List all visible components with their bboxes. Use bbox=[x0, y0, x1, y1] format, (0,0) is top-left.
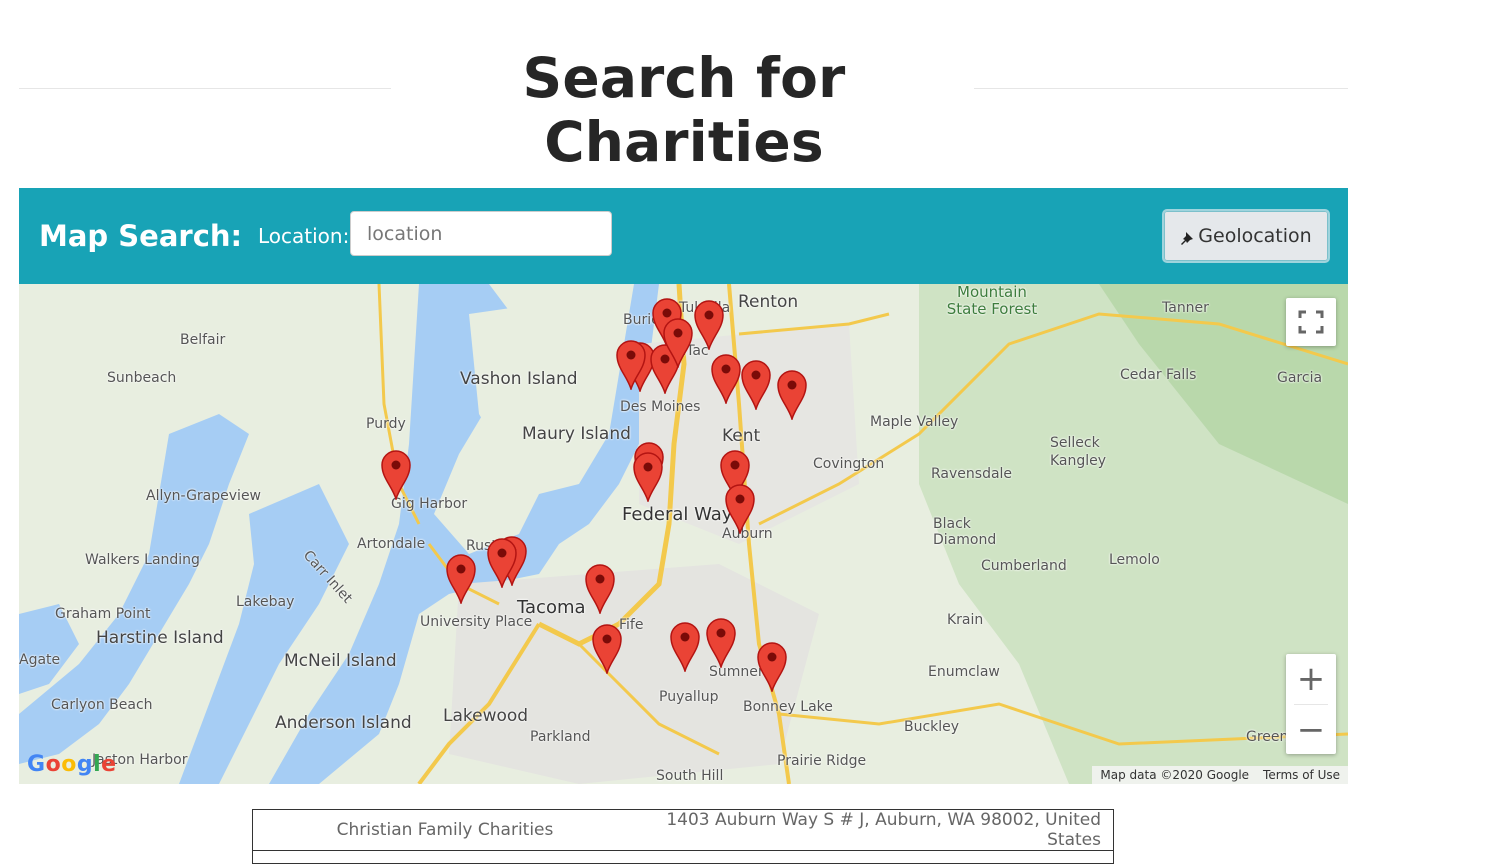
table-row[interactable] bbox=[252, 850, 1114, 864]
map-marker[interactable] bbox=[615, 338, 647, 392]
location-label: Location: bbox=[258, 224, 350, 248]
pushpin-icon bbox=[1181, 232, 1194, 245]
charity-address: 1403 Auburn Way S # J, Auburn, WA 98002,… bbox=[637, 809, 1114, 851]
zoom-in-button[interactable]: + bbox=[1286, 654, 1336, 704]
fullscreen-icon bbox=[1298, 310, 1324, 334]
map-search-bar: Map Search: Location: Geolocation bbox=[19, 188, 1348, 284]
map-label-puyallup: Puyallup bbox=[659, 689, 719, 705]
map-label-covington: Covington bbox=[813, 456, 885, 472]
charity-name: Christian Family Charities bbox=[252, 809, 637, 851]
results-table: Christian Family Charities 1403 Auburn W… bbox=[252, 809, 1114, 864]
map-label-maury-island: Maury Island bbox=[522, 424, 631, 444]
map-label-lakewood: Lakewood bbox=[443, 706, 529, 726]
heading-rule-left bbox=[19, 88, 391, 89]
map-marker[interactable] bbox=[669, 620, 701, 674]
map-label-cedar-falls: Cedar Falls bbox=[1120, 367, 1197, 383]
charity-map[interactable]: Renton Tukwila Burien SeaTac Des Moines … bbox=[19, 284, 1348, 784]
map-marker[interactable] bbox=[710, 352, 742, 406]
map-label-purdy: Purdy bbox=[366, 416, 406, 432]
map-marker[interactable] bbox=[776, 368, 808, 422]
map-marker[interactable] bbox=[632, 450, 664, 504]
terms-of-use-link[interactable]: Terms of Use bbox=[1263, 768, 1340, 782]
map-label-enumclaw: Enumclaw bbox=[928, 664, 1000, 680]
charity-name bbox=[252, 850, 637, 864]
map-label-ravensdale: Ravensdale bbox=[931, 466, 1013, 482]
map-label-artondale: Artondale bbox=[357, 536, 426, 552]
map-marker[interactable] bbox=[705, 616, 737, 670]
heading-rule-right bbox=[974, 88, 1348, 89]
map-marker[interactable] bbox=[740, 358, 772, 412]
map-label-mountain-state-forest: Mountain State Forest bbox=[946, 284, 1038, 318]
map-data-credit: Map data ©2020 Google bbox=[1100, 768, 1250, 782]
map-label-vashon-island: Vashon Island bbox=[460, 369, 578, 389]
map-label-parkland: Parkland bbox=[530, 729, 591, 745]
map-label-belfair: Belfair bbox=[180, 332, 226, 348]
map-label-garcia: Garcia bbox=[1277, 370, 1323, 386]
map-label-renton: Renton bbox=[738, 292, 799, 312]
charity-address bbox=[637, 850, 1114, 864]
map-label-mcneil-island: McNeil Island bbox=[284, 651, 397, 671]
map-label-sunbeach: Sunbeach bbox=[107, 370, 177, 386]
map-marker[interactable] bbox=[724, 482, 756, 536]
zoom-control: + − bbox=[1286, 654, 1336, 754]
table-row[interactable]: Christian Family Charities 1403 Auburn W… bbox=[252, 809, 1114, 851]
map-marker[interactable] bbox=[445, 552, 477, 606]
map-label-maple-valley: Maple Valley bbox=[870, 414, 959, 430]
map-marker[interactable] bbox=[584, 562, 616, 616]
map-label-kent: Kent bbox=[722, 426, 761, 446]
map-label-university-place: University Place bbox=[420, 614, 533, 630]
map-attribution: Map data ©2020 Google Terms of Use bbox=[1092, 766, 1348, 784]
map-label-buckley: Buckley bbox=[904, 719, 960, 735]
google-logo: Google bbox=[27, 752, 117, 777]
map-marker[interactable] bbox=[693, 298, 725, 352]
map-label-agate: Agate bbox=[19, 652, 61, 668]
map-label-lemolo: Lemolo bbox=[1109, 552, 1160, 568]
page-title: Search for Charities bbox=[522, 46, 846, 174]
zoom-out-button[interactable]: − bbox=[1286, 705, 1336, 755]
location-input[interactable] bbox=[350, 211, 612, 256]
geolocation-button[interactable]: Geolocation bbox=[1162, 209, 1330, 263]
map-label-black-diamond: Black Diamond bbox=[933, 516, 997, 548]
map-marker[interactable] bbox=[486, 536, 518, 590]
map-search-heading: Map Search: bbox=[39, 219, 243, 253]
map-label-carlyon-beach: Carlyon Beach bbox=[51, 697, 153, 713]
map-marker[interactable] bbox=[756, 640, 788, 694]
map-label-des-moines: Des Moines bbox=[620, 399, 701, 415]
map-label-krain: Krain bbox=[947, 612, 984, 628]
map-label-federal-way: Federal Way bbox=[622, 504, 733, 525]
map-label-anderson-island: Anderson Island bbox=[275, 713, 412, 733]
map-label-bonney-lake: Bonney Lake bbox=[743, 699, 833, 715]
map-label-harstine-island: Harstine Island bbox=[96, 628, 224, 648]
map-label-south-hill: South Hill bbox=[656, 768, 724, 784]
page-heading: Search for Charities bbox=[19, 40, 1348, 174]
map-label-cumberland: Cumberland bbox=[981, 558, 1067, 574]
map-label-graham-point: Graham Point bbox=[55, 606, 151, 622]
map-label-lakebay: Lakebay bbox=[236, 594, 295, 610]
fullscreen-button[interactable] bbox=[1286, 298, 1336, 346]
map-label-selleck-kangley: Selleck Kangley bbox=[1050, 435, 1107, 469]
map-marker[interactable] bbox=[380, 448, 412, 502]
map-marker[interactable] bbox=[662, 316, 694, 370]
map-label-tanner: Tanner bbox=[1162, 300, 1209, 316]
map-label-prairie-ridge: Prairie Ridge bbox=[777, 753, 867, 769]
map-label-allyn-grapeview: Allyn-Grapeview bbox=[146, 488, 262, 504]
geolocation-label: Geolocation bbox=[1198, 225, 1312, 247]
map-label-walkers-landing: Walkers Landing bbox=[85, 552, 200, 568]
map-marker[interactable] bbox=[591, 622, 623, 676]
